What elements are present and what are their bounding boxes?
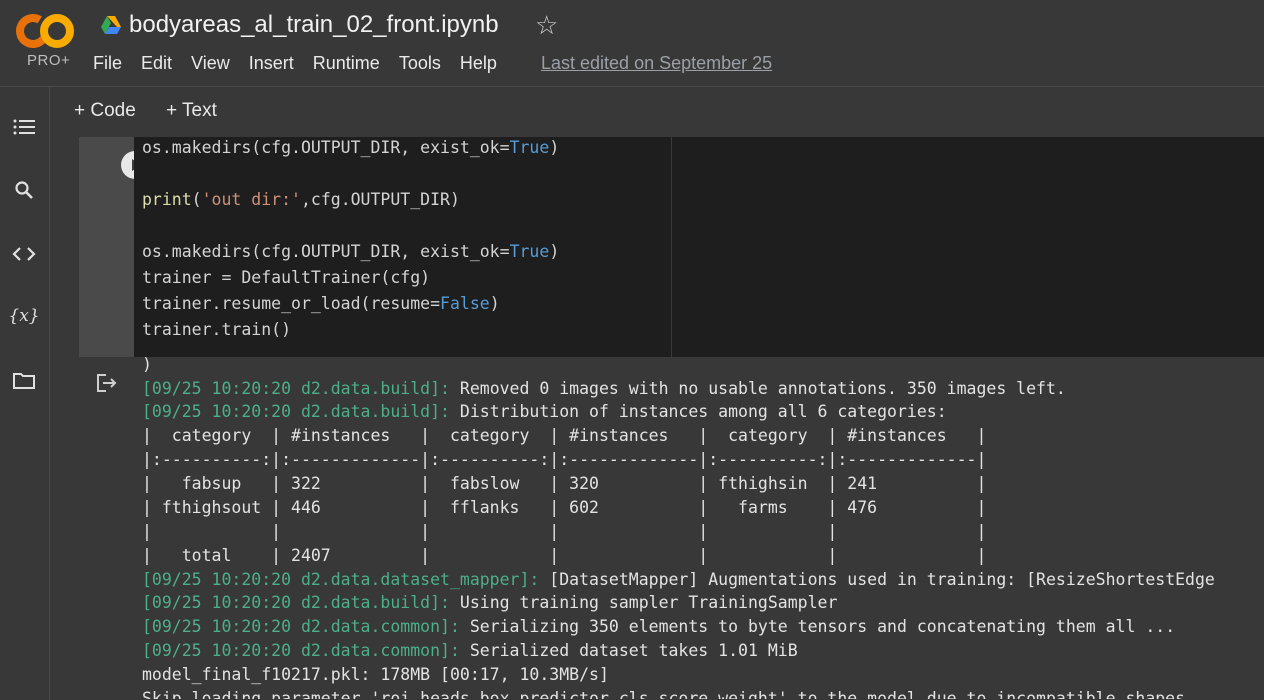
output-line: ) bbox=[142, 357, 152, 374]
output-line: [09/25 10:20:20 d2.data.build]: Removed … bbox=[142, 379, 1066, 398]
output-line: | fthighsout | 446 | fflanks | 602 | far… bbox=[142, 498, 986, 517]
output-line: |:----------:|:-------------|:----------… bbox=[142, 450, 986, 469]
log-message: | total | 2407 | | | | | bbox=[142, 546, 987, 565]
output-line: Skip loading parameter 'roi_heads.box_pr… bbox=[142, 689, 1185, 699]
code-line: os.makedirs(cfg.OUTPUT_DIR, exist_ok=Tru… bbox=[142, 242, 560, 261]
log-message: [DatasetMapper] Augmentations used in tr… bbox=[539, 570, 1215, 589]
code-ruler bbox=[671, 137, 672, 357]
notebook-title[interactable]: bodyareas_al_train_02_front.ipynb bbox=[129, 11, 499, 39]
code-line: trainer = DefaultTrainer(cfg) bbox=[142, 268, 431, 287]
output-line: [09/25 10:20:20 d2.data.build]: Distribu… bbox=[142, 402, 947, 421]
menu-edit[interactable]: Edit bbox=[141, 53, 172, 77]
notebook-content: os.makedirs(cfg.OUTPUT_DIR, exist_ok=Tru… bbox=[50, 137, 1264, 699]
output-line: | | | | | | | bbox=[142, 522, 986, 541]
colab-logo[interactable]: PRO+ bbox=[15, 12, 77, 72]
log-message: |:----------:|:-------------|:----------… bbox=[142, 450, 987, 469]
pro-plus-label: PRO+ bbox=[27, 52, 71, 69]
log-prefix: [09/25 10:20:20 d2.data.build]: bbox=[142, 379, 450, 398]
code-snippets-icon[interactable] bbox=[12, 242, 36, 266]
log-prefix: [09/25 10:20:20 d2.data.common]: bbox=[142, 641, 460, 660]
menu-bar: File Edit View Insert Runtime Tools Help bbox=[93, 53, 516, 77]
log-message: | fabsup | 322 | fabslow | 320 | fthighs… bbox=[142, 474, 987, 493]
cell-gutter bbox=[79, 137, 149, 357]
code-line: print('out dir:',cfg.OUTPUT_DIR) bbox=[142, 190, 460, 209]
menu-insert[interactable]: Insert bbox=[249, 53, 294, 77]
output-line: | category | #instances | category | #in… bbox=[142, 426, 986, 445]
variables-icon[interactable]: {x} bbox=[8, 304, 39, 328]
add-code-button[interactable]: + Code bbox=[74, 100, 136, 122]
log-message: Distribution of instances among all 6 ca… bbox=[449, 402, 947, 421]
add-text-button[interactable]: + Text bbox=[166, 100, 217, 122]
notebook-toolbar: + Code + Text bbox=[50, 86, 1264, 138]
log-message: Using training sampler TrainingSampler bbox=[449, 593, 838, 612]
log-prefix: [09/25 10:20:20 d2.data.build]: bbox=[142, 593, 450, 612]
menu-view[interactable]: View bbox=[191, 53, 230, 77]
log-message: | | | | | | | bbox=[142, 522, 987, 541]
last-edited-link[interactable]: Last edited on September 25 bbox=[541, 53, 772, 74]
menu-file[interactable]: File bbox=[93, 53, 122, 77]
output-line: | total | 2407 | | | | | bbox=[142, 546, 986, 565]
output-line: [09/25 10:20:20 d2.data.build]: Using tr… bbox=[142, 593, 837, 612]
output-line: [09/25 10:20:20 d2.data.dataset_mapper]:… bbox=[142, 570, 1215, 589]
sidebar: {x} bbox=[0, 86, 50, 700]
header: PRO+ bodyareas_al_train_02_front.ipynb ☆… bbox=[0, 0, 1264, 86]
output-line: | fabsup | 322 | fabslow | 320 | fthighs… bbox=[142, 474, 986, 493]
output-text: ) [09/25 10:20:20 d2.data.build]: Removed… bbox=[134, 357, 1264, 699]
log-prefix: [09/25 10:20:20 d2.data.common]: bbox=[142, 617, 460, 636]
menu-runtime[interactable]: Runtime bbox=[313, 53, 380, 77]
code-line: trainer.resume_or_load(resume=False) bbox=[142, 294, 500, 313]
log-message: Removed 0 images with no usable annotati… bbox=[449, 379, 1066, 398]
log-prefix: [09/25 10:20:20 d2.data.build]: bbox=[142, 402, 450, 421]
code-line: trainer.train() bbox=[142, 320, 292, 339]
menu-tools[interactable]: Tools bbox=[399, 53, 441, 77]
code-line: os.makedirs(cfg.OUTPUT_DIR, exist_ok=Tru… bbox=[142, 138, 560, 157]
log-message: model_final_f10217.pkl: 178MB [00:17, 10… bbox=[142, 665, 609, 684]
log-message: | fthighsout | 446 | fflanks | 602 | far… bbox=[142, 498, 987, 517]
log-message: Skip loading parameter 'roi_heads.box_pr… bbox=[142, 689, 1186, 699]
output-gutter bbox=[79, 357, 134, 699]
log-message: Serialized dataset takes 1.01 MiB bbox=[459, 641, 798, 660]
code-editor[interactable]: os.makedirs(cfg.OUTPUT_DIR, exist_ok=Tru… bbox=[134, 137, 1264, 357]
search-icon[interactable] bbox=[12, 178, 36, 202]
output-line: [09/25 10:20:20 d2.data.common]: Seriali… bbox=[142, 641, 798, 660]
output-line: [09/25 10:20:20 d2.data.common]: Seriali… bbox=[142, 617, 1175, 636]
output-line: model_final_f10217.pkl: 178MB [00:17, 10… bbox=[142, 665, 609, 684]
log-message: Serializing 350 elements to byte tensors… bbox=[459, 617, 1176, 636]
star-icon[interactable]: ☆ bbox=[535, 10, 558, 41]
cell-output: ) [09/25 10:20:20 d2.data.build]: Removed… bbox=[79, 357, 1264, 699]
google-drive-icon[interactable] bbox=[100, 15, 122, 35]
log-message: | category | #instances | category | #in… bbox=[142, 426, 987, 445]
table-of-contents-icon[interactable] bbox=[12, 115, 36, 139]
folder-icon[interactable] bbox=[12, 368, 36, 392]
clear-output-icon[interactable] bbox=[96, 373, 118, 398]
menu-help[interactable]: Help bbox=[460, 53, 497, 77]
log-prefix: [09/25 10:20:20 d2.data.dataset_mapper]: bbox=[142, 570, 540, 589]
colab-logo-icon bbox=[16, 14, 74, 48]
log-message: ) bbox=[142, 357, 152, 374]
